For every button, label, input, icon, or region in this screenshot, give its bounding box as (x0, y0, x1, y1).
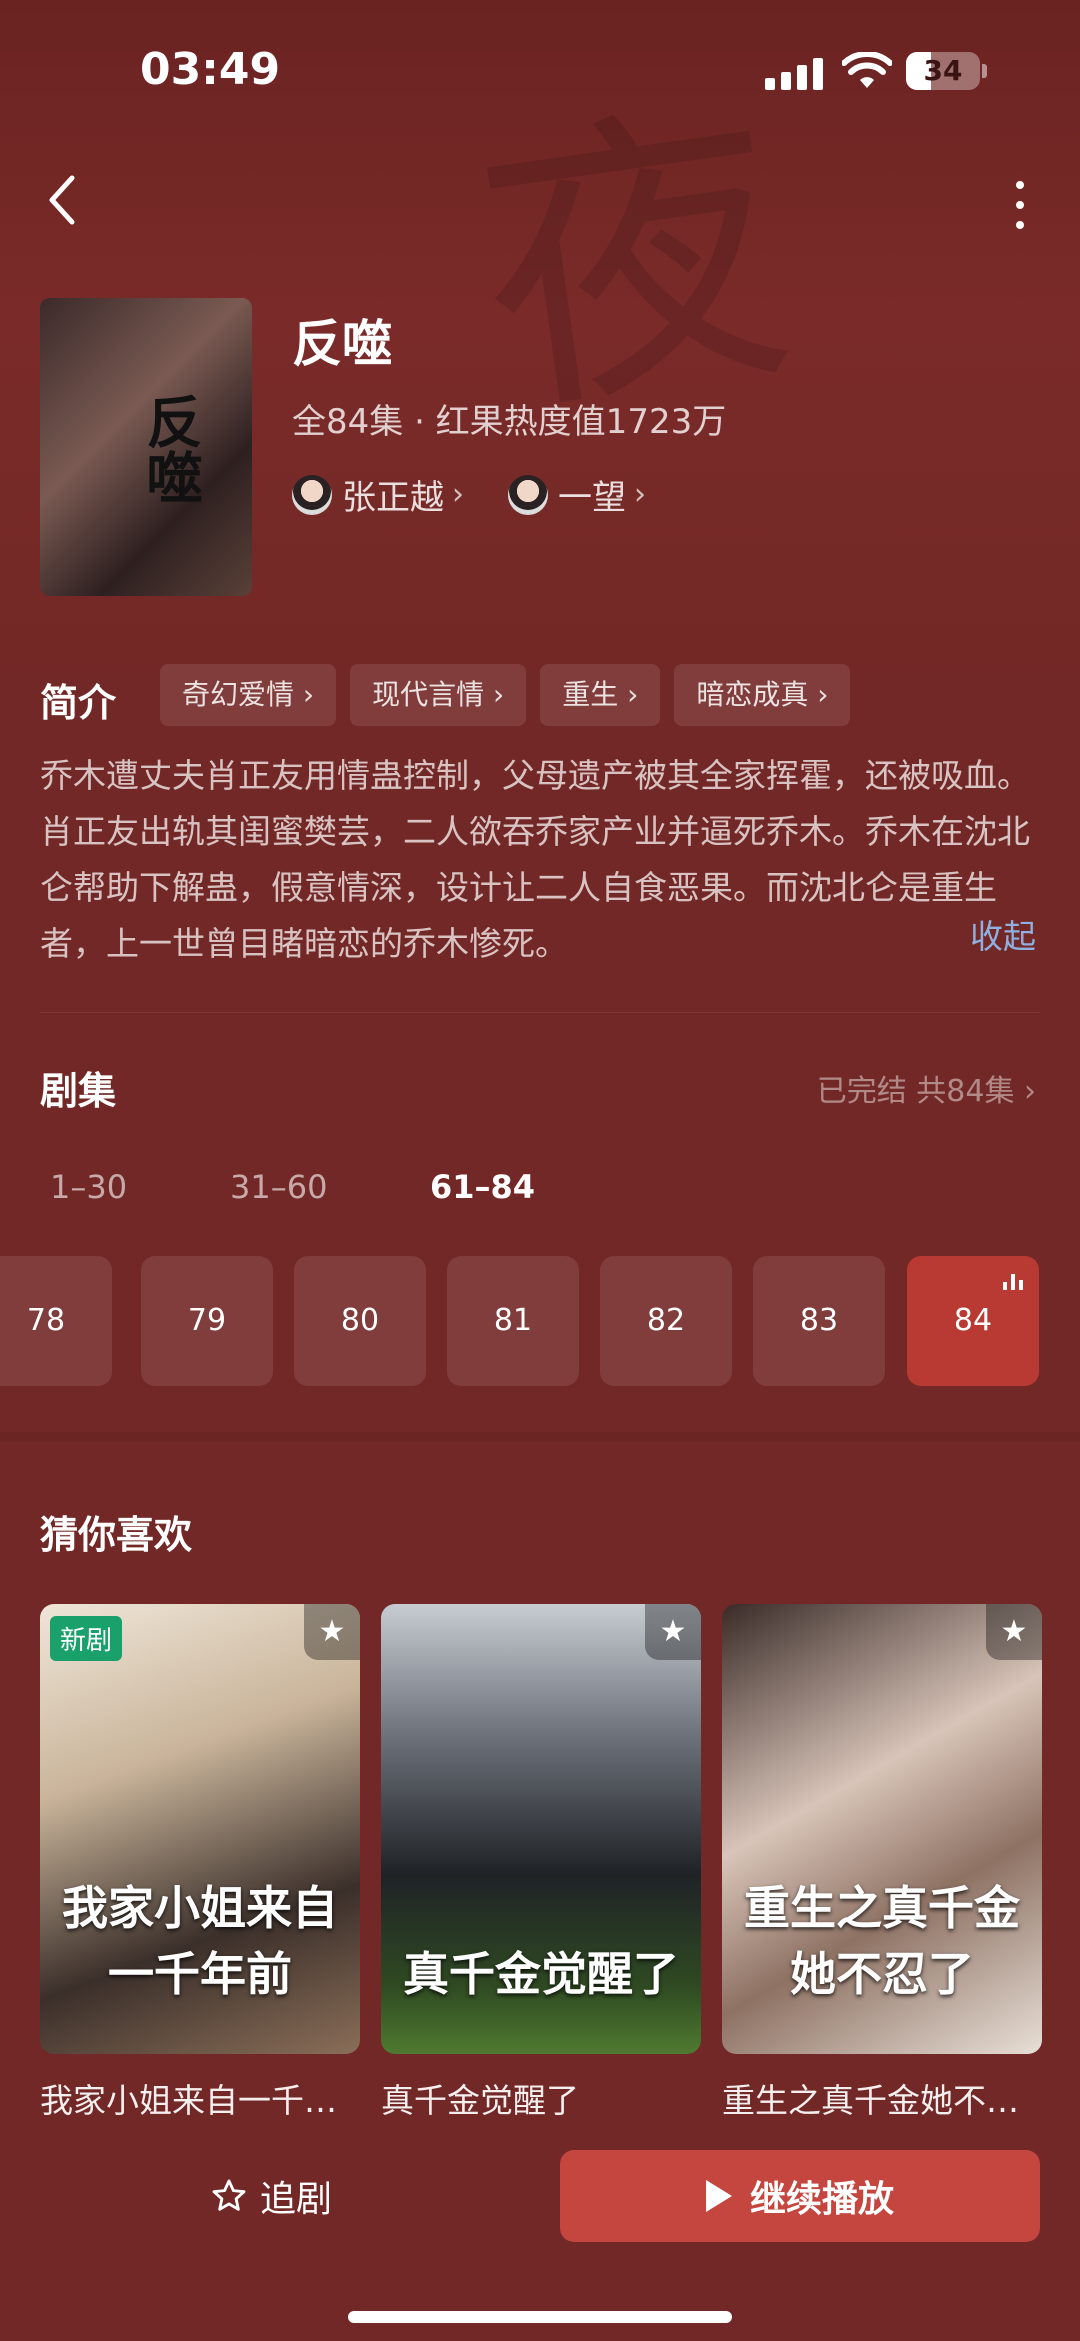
chevron-right-icon: › (452, 477, 464, 512)
new-badge: 新剧 (50, 1616, 123, 1661)
recommend-card[interactable]: 新剧 ★ 我家小姐来自一千年前 我家小姐来自一千… (40, 1604, 360, 2122)
recommend-poster: ★ 重生之真千金她不忍了 (722, 1604, 1042, 2054)
star-icon[interactable]: ★ (986, 1604, 1042, 1660)
episode-button-current[interactable]: 84 (907, 1256, 1039, 1386)
recommend-name: 我家小姐来自一千… (40, 2081, 337, 2120)
back-icon[interactable] (38, 170, 88, 230)
battery-level: 34 (923, 54, 963, 87)
star-icon[interactable]: ★ (304, 1604, 360, 1660)
cast-name: 一望 (558, 478, 626, 518)
episodes-title: 剧集 (40, 1069, 117, 1113)
battery-icon: 34 (906, 52, 980, 90)
more-options-icon[interactable] (1005, 175, 1035, 235)
genre-tag[interactable]: 现代言情 › (350, 664, 527, 726)
signal-icon (765, 58, 823, 90)
genre-tags: 奇幻爱情 › 现代言情 › 重生 › 暗恋成真 › (160, 664, 851, 726)
status-bar: 03:49 34 (0, 0, 1080, 140)
episode-button[interactable]: 79 (141, 1256, 273, 1386)
tab-range-2[interactable]: 31–60 (230, 1168, 327, 1206)
star-outline-icon (212, 2179, 246, 2211)
status-time: 03:49 (140, 44, 281, 95)
intro-label: 简介 (40, 681, 117, 725)
episode-button[interactable]: 82 (600, 1256, 732, 1386)
genre-tag[interactable]: 重生 › (540, 664, 661, 726)
divider (40, 1012, 1040, 1013)
section-separator (0, 1432, 1080, 1442)
cast-member-2[interactable]: 一望 › (508, 470, 646, 519)
synopsis: 乔木遭丈夫肖正友用情蛊控制，父母遗产被其全家挥霍，还被吸血。肖正友出轨其闺蜜樊芸… (40, 756, 1030, 963)
show-meta: 全84集 · 红果热度值1723万 (292, 402, 727, 442)
recommend-name: 真千金觉醒了 (381, 2081, 579, 2120)
recommend-card[interactable]: ★ 真千金觉醒了 真千金觉醒了 (381, 1604, 701, 2122)
episode-button[interactable]: 78 (0, 1256, 112, 1386)
play-icon (705, 2180, 732, 2212)
follow-button[interactable]: 追剧 (210, 2170, 332, 2222)
recommend-name: 重生之真千金她不… (722, 2081, 1019, 2120)
show-title: 反噬 (292, 315, 392, 373)
recommend-poster: 新剧 ★ 我家小姐来自一千年前 (40, 1604, 360, 2054)
episode-list: 78 79 80 81 82 83 84 (0, 1256, 1080, 1386)
chevron-right-icon: › (634, 477, 646, 512)
cover-title: 反噬 (137, 393, 203, 505)
recommend-poster: ★ 真千金觉醒了 (381, 1604, 701, 2054)
poster-title: 我家小姐来自一千年前 (62, 1881, 338, 2001)
playing-icon (1003, 1274, 1023, 1290)
episode-number: 84 (953, 1303, 993, 1338)
wifi-icon (842, 52, 892, 88)
episode-button[interactable]: 80 (294, 1256, 426, 1386)
show-cover[interactable]: 反噬 (40, 298, 252, 596)
battery-tip (982, 64, 987, 78)
follow-label: 追剧 (260, 2179, 333, 2220)
continue-play-button[interactable]: 继续播放 (560, 2150, 1040, 2242)
recommend-card[interactable]: ★ 重生之真千金她不忍了 重生之真千金她不… (722, 1604, 1042, 2122)
poster-title: 真千金觉醒了 (403, 1947, 679, 2001)
avatar (508, 474, 548, 515)
genre-tag[interactable]: 暗恋成真 › (674, 664, 851, 726)
avatar (292, 474, 332, 515)
home-indicator[interactable] (348, 2311, 732, 2323)
collapse-button[interactable]: 收起 (970, 910, 1036, 958)
poster-title: 重生之真千金她不忍了 (744, 1881, 1020, 2001)
episodes-status-link[interactable]: 已完结 共84集 › (817, 1066, 1036, 1110)
recommend-title: 猜你喜欢 (40, 1513, 193, 1557)
star-icon[interactable]: ★ (645, 1604, 701, 1660)
cast-name: 张正越 (342, 478, 444, 518)
episode-button[interactable]: 83 (753, 1256, 885, 1386)
play-label: 继续播放 (749, 2179, 894, 2220)
tab-range-1[interactable]: 1–30 (50, 1168, 127, 1206)
genre-tag[interactable]: 奇幻爱情 › (160, 664, 337, 726)
episode-button[interactable]: 81 (447, 1256, 579, 1386)
cast-member-1[interactable]: 张正越 › (292, 470, 464, 519)
tab-range-3[interactable]: 61–84 (430, 1168, 535, 1206)
